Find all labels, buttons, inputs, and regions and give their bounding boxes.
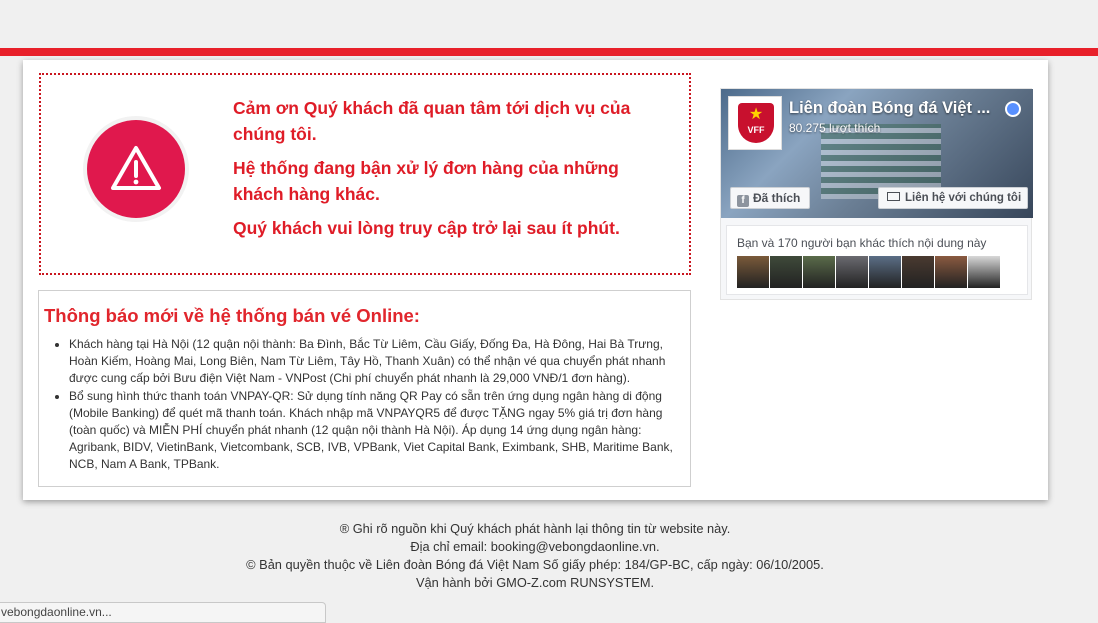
footer-source-note: ® Ghi rõ nguồn khi Quý khách phát hành l…: [339, 521, 731, 536]
friend-avatar[interactable]: [770, 256, 802, 288]
friend-avatar[interactable]: [902, 256, 934, 288]
alert-message: Cảm ơn Quý khách đã quan tâm tới dịch vụ…: [233, 95, 673, 249]
friend-avatars: [737, 256, 1001, 293]
vff-shield-icon: ★ VFF: [738, 103, 774, 143]
friend-avatar[interactable]: [737, 256, 769, 288]
facebook-page-name[interactable]: Liên đoàn Bóng đá Việt ...: [789, 99, 999, 118]
facebook-like-count: 80.275 lượt thích: [789, 121, 881, 135]
online-ticket-notice: Thông báo mới về hệ thống bán vé Online:…: [38, 290, 691, 487]
friend-avatar[interactable]: [935, 256, 967, 288]
liked-button[interactable]: f Đã thích: [730, 187, 810, 209]
facebook-page-widget: ★ VFF Liên đoàn Bóng đá Việt ... 80.275 …: [720, 88, 1033, 300]
notice-item-vnpay: Bổ sung hình thức thanh toán VNPAY-QR: S…: [69, 388, 681, 473]
envelope-icon: [887, 192, 900, 201]
browser-status-bar: vebongdaonline.vn...: [0, 602, 326, 623]
friends-like-text: Bạn và 170 người bạn khác thích nội dung…: [737, 236, 987, 250]
vff-logo-text: VFF: [747, 125, 765, 135]
main-card: Cảm ơn Quý khách đã quan tâm tới dịch vụ…: [23, 60, 1048, 500]
vff-logo[interactable]: ★ VFF: [728, 96, 782, 150]
notice-list: Khách hàng tại Hà Nội (12 quận nội thành…: [69, 336, 681, 474]
verified-badge-icon: [1005, 101, 1021, 117]
footer-copyright: © Bản quyền thuộc về Liên đoàn Bóng đá V…: [246, 557, 824, 572]
liked-button-label: Đã thích: [753, 191, 801, 205]
footer-operator: Vận hành bởi GMO-Z.com RUNSYSTEM.: [415, 575, 655, 590]
star-icon: ★: [748, 106, 764, 123]
top-red-bar: [0, 48, 1098, 56]
busy-alert-box: Cảm ơn Quý khách đã quan tâm tới dịch vụ…: [39, 73, 691, 275]
friends-like-panel: Bạn và 170 người bạn khác thích nội dung…: [726, 225, 1028, 295]
friend-avatar[interactable]: [836, 256, 868, 288]
friend-avatar[interactable]: [968, 256, 1000, 288]
contact-us-label: Liên hệ với chúng tôi: [905, 192, 1022, 204]
alert-line-retry: Quý khách vui lòng truy cập trở lại sau …: [233, 218, 620, 238]
warning-triangle-icon: [87, 120, 185, 218]
footer: ® Ghi rõ nguồn khi Quý khách phát hành l…: [0, 520, 1070, 592]
facebook-cover-image[interactable]: ★ VFF Liên đoàn Bóng đá Việt ... 80.275 …: [721, 89, 1033, 218]
footer-email: Địa chỉ email: booking@vebongdaonline.vn…: [410, 539, 660, 554]
alert-line-busy: Hệ thống đang bận xử lý đơn hàng của nhữ…: [233, 158, 619, 204]
friend-avatar[interactable]: [803, 256, 835, 288]
notice-item-delivery: Khách hàng tại Hà Nội (12 quận nội thành…: [69, 336, 681, 387]
contact-us-button[interactable]: Liên hệ với chúng tôi: [878, 187, 1028, 209]
alert-line-thanks: Cảm ơn Quý khách đã quan tâm tới dịch vụ…: [233, 98, 631, 144]
facebook-f-icon: f: [737, 195, 749, 207]
notice-title: Thông báo mới về hệ thống bán vé Online:: [44, 305, 420, 326]
friend-avatar[interactable]: [869, 256, 901, 288]
